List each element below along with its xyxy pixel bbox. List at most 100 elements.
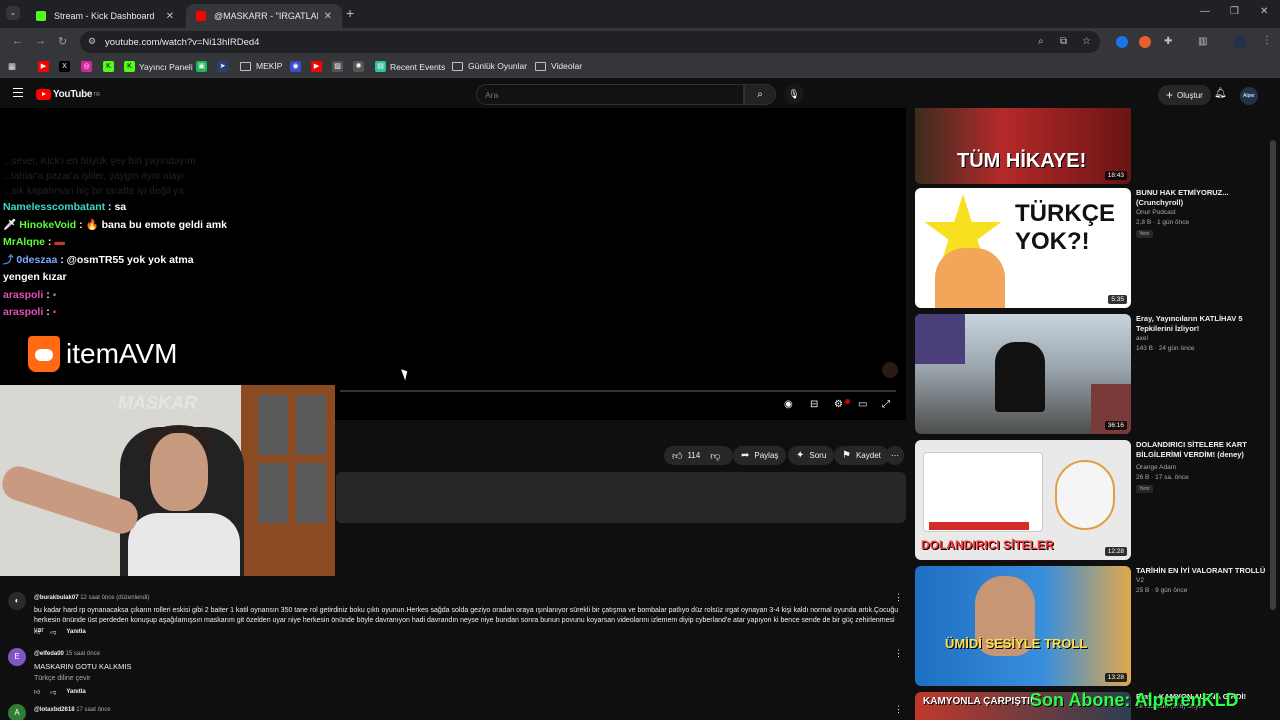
install-icon[interactable]: ⧉ xyxy=(1060,36,1067,47)
channel-name[interactable]: Orange Adam xyxy=(1136,464,1176,471)
site-info-icon[interactable]: ⚙ xyxy=(88,36,96,47)
bookmark-star-icon[interactable]: ☆ xyxy=(1082,36,1091,47)
share-button[interactable]: ➦ Paylaş xyxy=(733,446,787,465)
bookmark-kick[interactable]: K xyxy=(103,61,118,72)
extension-icon[interactable] xyxy=(1116,36,1128,48)
bookmark-image[interactable]: ▨ xyxy=(332,61,347,72)
bookmark-youtube[interactable]: ▶ xyxy=(38,61,53,72)
progress-bar[interactable] xyxy=(340,390,896,392)
extension-icon[interactable] xyxy=(1139,36,1151,48)
description-box[interactable] xyxy=(336,472,906,523)
avatar[interactable]: A xyxy=(8,704,26,720)
thumbs-down-icon[interactable]: 👎︎ xyxy=(710,450,720,462)
duration-badge: 12:28 xyxy=(1104,547,1127,556)
translate-link[interactable]: Türkçe diline çevir xyxy=(34,674,900,684)
create-button[interactable]: + Oluştur xyxy=(1158,85,1211,105)
chatgpt-icon: ✺ xyxy=(353,61,364,72)
bookmark-folder-videolar[interactable]: Videolar xyxy=(535,61,582,71)
bookmark-folder-mekip[interactable]: MEKİP xyxy=(240,61,282,71)
youtube-logo[interactable]: YouTube TR xyxy=(36,89,100,100)
search-button[interactable]: ⌕ xyxy=(744,84,776,105)
bookmark-recent-events[interactable]: ▤ Recent Events xyxy=(375,61,445,72)
search-icon: ⌕ xyxy=(757,89,763,100)
avatar[interactable]: ◐ xyxy=(8,592,26,610)
channel-name[interactable]: V2 xyxy=(1136,577,1144,584)
puzzle-icon[interactable]: ✚ xyxy=(1164,36,1172,47)
comment-author[interactable]: @burakbulak07 xyxy=(34,595,79,601)
channel-name[interactable]: Onur Podcast xyxy=(1136,209,1176,216)
video-title[interactable]: DOLANDIRICI SİTELERE KART BİLGİLERİMİ VE… xyxy=(1136,440,1266,460)
bookmark-x[interactable]: X xyxy=(59,61,74,72)
comment-author[interactable]: @elfeda00 xyxy=(34,651,64,657)
reload-icon[interactable]: ↻ xyxy=(58,35,67,48)
close-window-icon[interactable]: ✕ xyxy=(1260,6,1268,17)
avatar[interactable]: E xyxy=(8,648,26,666)
side-panel-icon[interactable]: ▥ xyxy=(1198,36,1207,47)
notifications-bell-icon[interactable]: 🔔︎ xyxy=(1214,88,1227,99)
thumbs-up-icon[interactable]: 👍︎ xyxy=(34,688,40,696)
close-icon[interactable]: ✕ xyxy=(166,11,174,22)
video-title[interactable]: Eray, Yayıncıların KATLİHAV 5 Tepkilerin… xyxy=(1136,314,1266,334)
video-player[interactable]: ...sever, Kick'i en büyük şey biri yayın… xyxy=(0,108,906,420)
miniplayer-icon[interactable]: ▭ xyxy=(858,399,867,410)
comment-author[interactable]: @lotaxbd2618 xyxy=(34,707,75,713)
scrollbar[interactable] xyxy=(1270,140,1276,610)
forward-icon[interactable]: → xyxy=(35,35,46,47)
bookmark-yayinci-paneli[interactable]: K Yayıncı Paneli xyxy=(124,61,193,72)
bookmark-chatgpt[interactable]: ✺ xyxy=(353,61,368,72)
bookmark-app[interactable]: ▣ xyxy=(196,61,211,72)
video-thumbnail[interactable]: TÜM HİKAYE! 18:43 xyxy=(915,108,1131,184)
video-thumbnail[interactable]: ÜMİDİ SESİYLE TROLL 13:28 xyxy=(915,566,1131,686)
video-thumbnail[interactable]: 36:16 xyxy=(915,314,1131,434)
comment-menu-icon[interactable]: ⋮ xyxy=(894,648,903,659)
hamburger-menu-icon[interactable] xyxy=(13,88,23,100)
avatar[interactable]: Alper xyxy=(1240,87,1258,105)
sword-icon: 🗡︎ xyxy=(3,218,20,231)
restore-icon[interactable]: ❐ xyxy=(1230,6,1239,17)
comment-header: @burakbulak07 12 saat önce (düzenlendi) xyxy=(34,595,149,601)
save-button[interactable]: ⚑ Kaydet xyxy=(834,446,889,465)
thumbs-up-icon[interactable]: 👍︎ xyxy=(34,628,40,636)
thumbs-down-icon[interactable]: 👎︎ xyxy=(50,688,56,696)
reply-button[interactable]: Yanıtla xyxy=(66,689,85,695)
bookmark-folder-gunluk-oyunlar[interactable]: Günlük Oyunlar xyxy=(452,61,527,71)
like-button[interactable]: 👍︎ 114 👎︎ xyxy=(664,446,734,465)
sparkle-icon: ✦ xyxy=(796,450,805,461)
channel-name[interactable]: axel xyxy=(1136,335,1148,342)
omnibox[interactable]: ⚙ youtube.com/watch?v=Ni13hIRDed4 ⌕ ⧉ ☆ xyxy=(80,31,1100,53)
menu-icon[interactable]: ⋮ xyxy=(1262,35,1272,46)
tab-youtube-video[interactable]: @MASKARR - "IRGATLARIN GÜ ✕ xyxy=(186,4,342,28)
reply-button[interactable]: Yanıtla xyxy=(66,629,85,635)
bookmark-discord[interactable]: ◉ xyxy=(290,61,305,72)
new-tab-icon[interactable]: + xyxy=(346,5,354,21)
video-thumbnail[interactable]: TÜRKÇE YOK?! 5:35 xyxy=(915,188,1131,308)
thumbs-down-icon[interactable]: 👎︎ xyxy=(50,628,56,636)
video-thumbnail[interactable]: DOLANDIRICI SİTELER 12:28 xyxy=(915,440,1131,560)
chat-emote: ▪ xyxy=(52,306,57,318)
tab-search-icon[interactable]: ⌄ xyxy=(6,6,20,20)
more-actions-button[interactable]: ⋯ xyxy=(886,446,904,465)
profile-icon[interactable] xyxy=(1234,36,1246,48)
back-icon[interactable]: ← xyxy=(12,35,23,47)
search-input[interactable] xyxy=(485,90,725,100)
apps-icon[interactable]: ▦ xyxy=(8,61,16,72)
video-title[interactable]: BUNU HAK ETMİYORUZ... (Crunchyroll) xyxy=(1136,188,1266,208)
bookmark-instagram[interactable]: ◎ xyxy=(81,61,96,72)
settings-gear-icon[interactable]: ⚙ xyxy=(834,399,843,410)
tab-kick-dashboard[interactable]: Stream - Kick Dashboard ✕ xyxy=(26,4,184,28)
video-title[interactable]: TARİHİN EN İYİ VALORANT TROLLÜ xyxy=(1136,566,1266,576)
comment-menu-icon[interactable]: ⋮ xyxy=(894,704,903,715)
voice-search-button[interactable]: 🎙︎ xyxy=(784,84,804,104)
bookmark-youtube-2[interactable]: ▶ xyxy=(311,61,326,72)
ask-button[interactable]: ✦ Soru xyxy=(788,446,835,465)
bookmark-arrow[interactable]: ➤ xyxy=(217,61,232,72)
subtitles-icon[interactable]: ⊟ xyxy=(810,399,818,410)
autoplay-toggle-icon[interactable]: ◉ xyxy=(784,399,793,410)
share-label: Paylaş xyxy=(754,451,779,460)
comment-menu-icon[interactable]: ⋮ xyxy=(894,592,903,603)
fullscreen-icon[interactable]: ⤢ xyxy=(882,399,890,410)
close-icon[interactable]: ✕ xyxy=(324,11,332,22)
tab-title: Stream - Kick Dashboard xyxy=(54,11,155,21)
zoom-icon[interactable]: ⌕ xyxy=(1038,36,1044,47)
minimize-icon[interactable]: — xyxy=(1200,6,1210,17)
